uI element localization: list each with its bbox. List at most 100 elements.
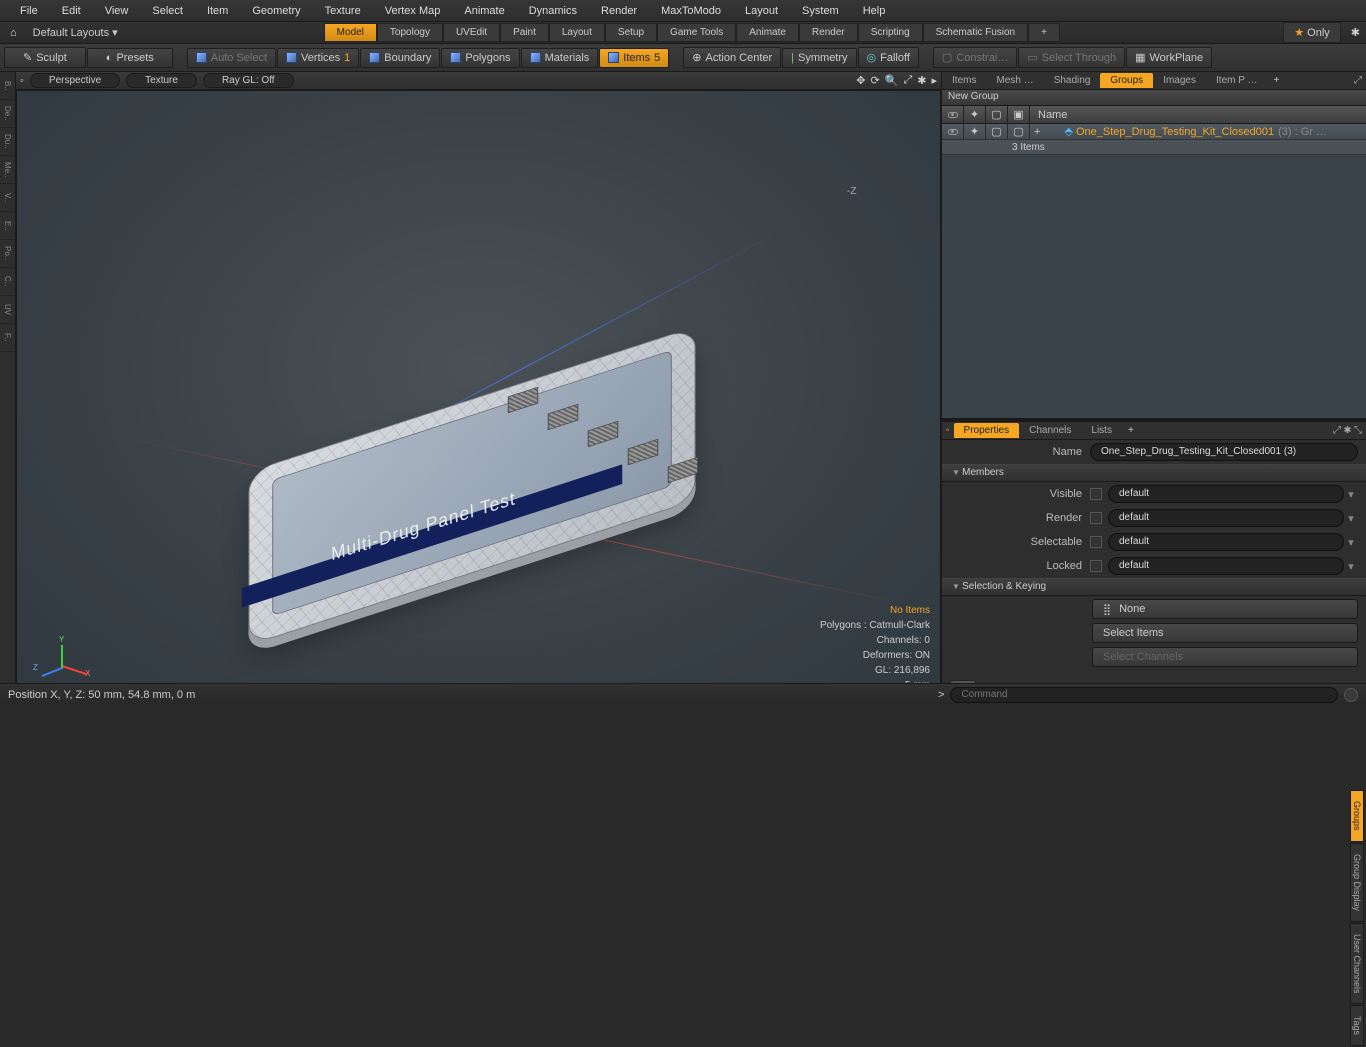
boundary-button[interactable]: Boundary (360, 48, 440, 68)
locked-dropdown[interactable]: default (1108, 557, 1344, 575)
move-icon[interactable]: ✥ (856, 74, 865, 87)
sidetab-groupdisplay[interactable]: Group Display (1350, 843, 1364, 922)
fit-icon[interactable]: ⤢ (903, 74, 912, 87)
locked-checkbox[interactable] (1090, 560, 1102, 572)
rtab-itemp[interactable]: Item P … (1206, 73, 1268, 88)
select-channels-button[interactable]: Select Channels (1092, 647, 1358, 667)
tab-uvedit[interactable]: UVEdit (443, 23, 500, 42)
rtab-groups[interactable]: Groups (1100, 73, 1153, 88)
leftstrip-slot[interactable]: UV (0, 296, 15, 324)
zoom-icon[interactable]: 🔍 (885, 74, 899, 87)
menu-help[interactable]: Help (851, 5, 898, 17)
visible-dropdown[interactable]: default (1108, 485, 1344, 503)
new-group-button[interactable]: New Group (942, 90, 1366, 106)
menu-edit[interactable]: Edit (50, 5, 93, 17)
menu-view[interactable]: View (93, 5, 141, 17)
actioncenter-button[interactable]: ⊕ Action Center (683, 47, 781, 68)
sculpt-button[interactable]: ✎ Sculpt (4, 47, 86, 68)
workplane-button[interactable]: ▦ WorkPlane (1126, 47, 1212, 68)
materials-button[interactable]: Materials (521, 48, 599, 68)
tab-layout[interactable]: Layout (549, 23, 605, 42)
viewmode-texture[interactable]: Texture (126, 73, 197, 88)
selection-keying-section[interactable]: Selection & Keying (942, 578, 1366, 596)
name-field[interactable]: One_Step_Drug_Testing_Kit_Closed001 (3) (1090, 443, 1358, 461)
members-section[interactable]: Members (942, 464, 1366, 482)
tab-gametools[interactable]: Game Tools (657, 23, 736, 42)
leftstrip-slot[interactable]: B.. (0, 72, 15, 100)
leftstrip-slot[interactable]: F.. (0, 324, 15, 352)
tab-paint[interactable]: Paint (500, 23, 549, 42)
only-button[interactable]: ★ Only (1283, 22, 1341, 43)
rtab-shading[interactable]: Shading (1044, 73, 1101, 88)
ptab-channels[interactable]: Channels (1019, 423, 1081, 438)
leftstrip-slot[interactable]: V.. (0, 184, 15, 212)
items-button[interactable]: Items 5 (599, 48, 669, 68)
viewmode-raygl[interactable]: Ray GL: Off (203, 73, 294, 88)
gear-icon[interactable]: ✱ (1345, 23, 1366, 42)
visible-checkbox[interactable] (1090, 488, 1102, 500)
menu-dynamics[interactable]: Dynamics (517, 5, 589, 17)
menu-render[interactable]: Render (589, 5, 649, 17)
select-items-button[interactable]: Select Items (1092, 623, 1358, 643)
menu-geometry[interactable]: Geometry (240, 5, 312, 17)
menu-system[interactable]: System (790, 5, 851, 17)
tab-animate[interactable]: Animate (736, 23, 799, 42)
ptab-lists[interactable]: Lists (1081, 423, 1122, 438)
tab-topology[interactable]: Topology (377, 23, 443, 42)
col-render-icon[interactable]: ▢ (986, 106, 1008, 123)
tab-scripting[interactable]: Scripting (858, 23, 923, 42)
menu-select[interactable]: Select (140, 5, 195, 17)
constrain-button[interactable]: ▢ Constrai… (933, 47, 1017, 68)
symmetry-button[interactable]: | Symmetry (782, 48, 856, 68)
selectthrough-button[interactable]: ▭ Select Through (1018, 47, 1125, 68)
rtab-add-icon[interactable]: + (1267, 75, 1285, 86)
col-visibility-icon[interactable] (942, 106, 964, 123)
viewport-options-icon[interactable]: ◦ (20, 75, 24, 87)
leftstrip-slot[interactable]: E.. (0, 212, 15, 240)
rtab-mesh[interactable]: Mesh … (986, 73, 1043, 88)
menu-animate[interactable]: Animate (452, 5, 516, 17)
col-name[interactable]: Name (1030, 109, 1366, 121)
rotate-icon[interactable]: ⟳ (871, 74, 880, 87)
record-icon[interactable] (1344, 688, 1358, 702)
command-input[interactable] (950, 687, 1338, 703)
ptab-add-icon[interactable]: + (1122, 425, 1140, 436)
leftstrip-slot[interactable]: Du.. (0, 128, 15, 156)
render-checkbox[interactable] (1090, 512, 1102, 524)
rtab-images[interactable]: Images (1153, 73, 1206, 88)
tab-model[interactable]: Model (324, 23, 377, 42)
tab-add[interactable]: + (1028, 23, 1060, 42)
tab-render[interactable]: Render (799, 23, 858, 42)
rtab-items[interactable]: Items (942, 73, 986, 88)
maximize-icon[interactable]: ✱ (917, 74, 926, 87)
tab-setup[interactable]: Setup (605, 23, 657, 42)
sidetab-userchannels[interactable]: User Channels (1350, 923, 1364, 1005)
selectable-checkbox[interactable] (1090, 536, 1102, 548)
presets-button[interactable]: ◐ Presets (87, 48, 173, 68)
default-layouts-dropdown[interactable]: Default Layouts ▾ (27, 26, 124, 39)
sidetab-tags[interactable]: Tags (1350, 1005, 1364, 1046)
expand-icon[interactable]: ⤢ ✱ ⤡ (1329, 425, 1366, 436)
3d-viewport[interactable]: -Z Multi-Drug Panel Test No Items Polygo… (16, 90, 941, 704)
menu-maxtomodo[interactable]: MaxToModo (649, 5, 733, 17)
leftstrip-slot[interactable]: C.. (0, 268, 15, 296)
leftstrip-slot[interactable]: Po.. (0, 240, 15, 268)
menu-file[interactable]: File (8, 5, 50, 17)
nav-gizmo[interactable]: X Y Z (37, 639, 87, 689)
col-select-icon[interactable]: ▣ (1008, 106, 1030, 123)
none-button[interactable]: ⣿None (1092, 599, 1358, 619)
group-item-row[interactable]: ✦ ▢ ▢ + ⬘ One_Step_Drug_Testing_Kit_Clos… (942, 124, 1366, 140)
leftstrip-slot[interactable]: Me.. (0, 156, 15, 184)
sidetab-groups[interactable]: Groups (1350, 790, 1364, 842)
selectable-dropdown[interactable]: default (1108, 533, 1344, 551)
col-lock-icon[interactable]: ✦ (964, 106, 986, 123)
vertices-button[interactable]: Vertices 1 (277, 48, 359, 68)
menu-texture[interactable]: Texture (313, 5, 373, 17)
next-icon[interactable]: ▸ (931, 74, 937, 87)
autoselect-button[interactable]: Auto Select (187, 48, 276, 68)
menu-layout[interactable]: Layout (733, 5, 790, 17)
expand-icon[interactable]: ⤢ (1350, 75, 1366, 86)
ptab-properties[interactable]: Properties (954, 423, 1020, 438)
tab-schematicfusion[interactable]: Schematic Fusion (923, 23, 1028, 42)
menu-vertexmap[interactable]: Vertex Map (373, 5, 453, 17)
